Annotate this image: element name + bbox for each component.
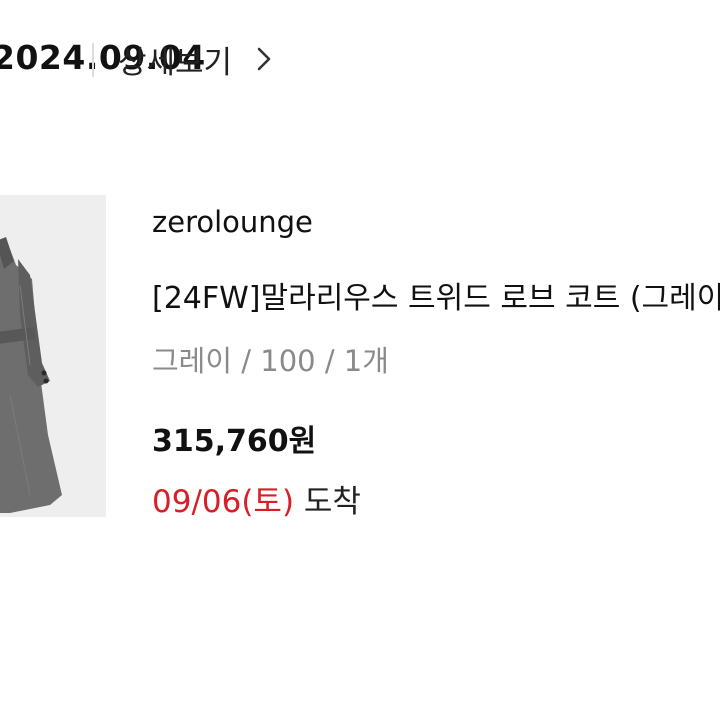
chevron-right-icon xyxy=(254,45,274,73)
product-option: 그레이 / 100 / 1개 xyxy=(152,344,389,378)
delivery-date: 09/06(토) xyxy=(152,484,295,520)
product-name[interactable]: [24FW]말라리우스 트위드 로브 코트 (그레이) xyxy=(152,278,720,320)
product-thumbnail[interactable] xyxy=(0,195,106,517)
view-details-label: 상세보기 xyxy=(118,44,233,81)
brand-name[interactable]: zerolounge xyxy=(152,202,313,242)
coat-image xyxy=(0,237,62,513)
header-divider xyxy=(92,43,94,77)
delivery-status: 도착 xyxy=(294,484,361,520)
delivery-info: 09/06(토) 도착 xyxy=(152,480,361,524)
view-details-link[interactable]: 상세보기 xyxy=(118,36,274,82)
order-item-card: 2024.09.04 상세보기 zerolounge [24FW]말라리우스 트… xyxy=(0,0,720,720)
product-price: 315,760원 xyxy=(152,424,317,459)
